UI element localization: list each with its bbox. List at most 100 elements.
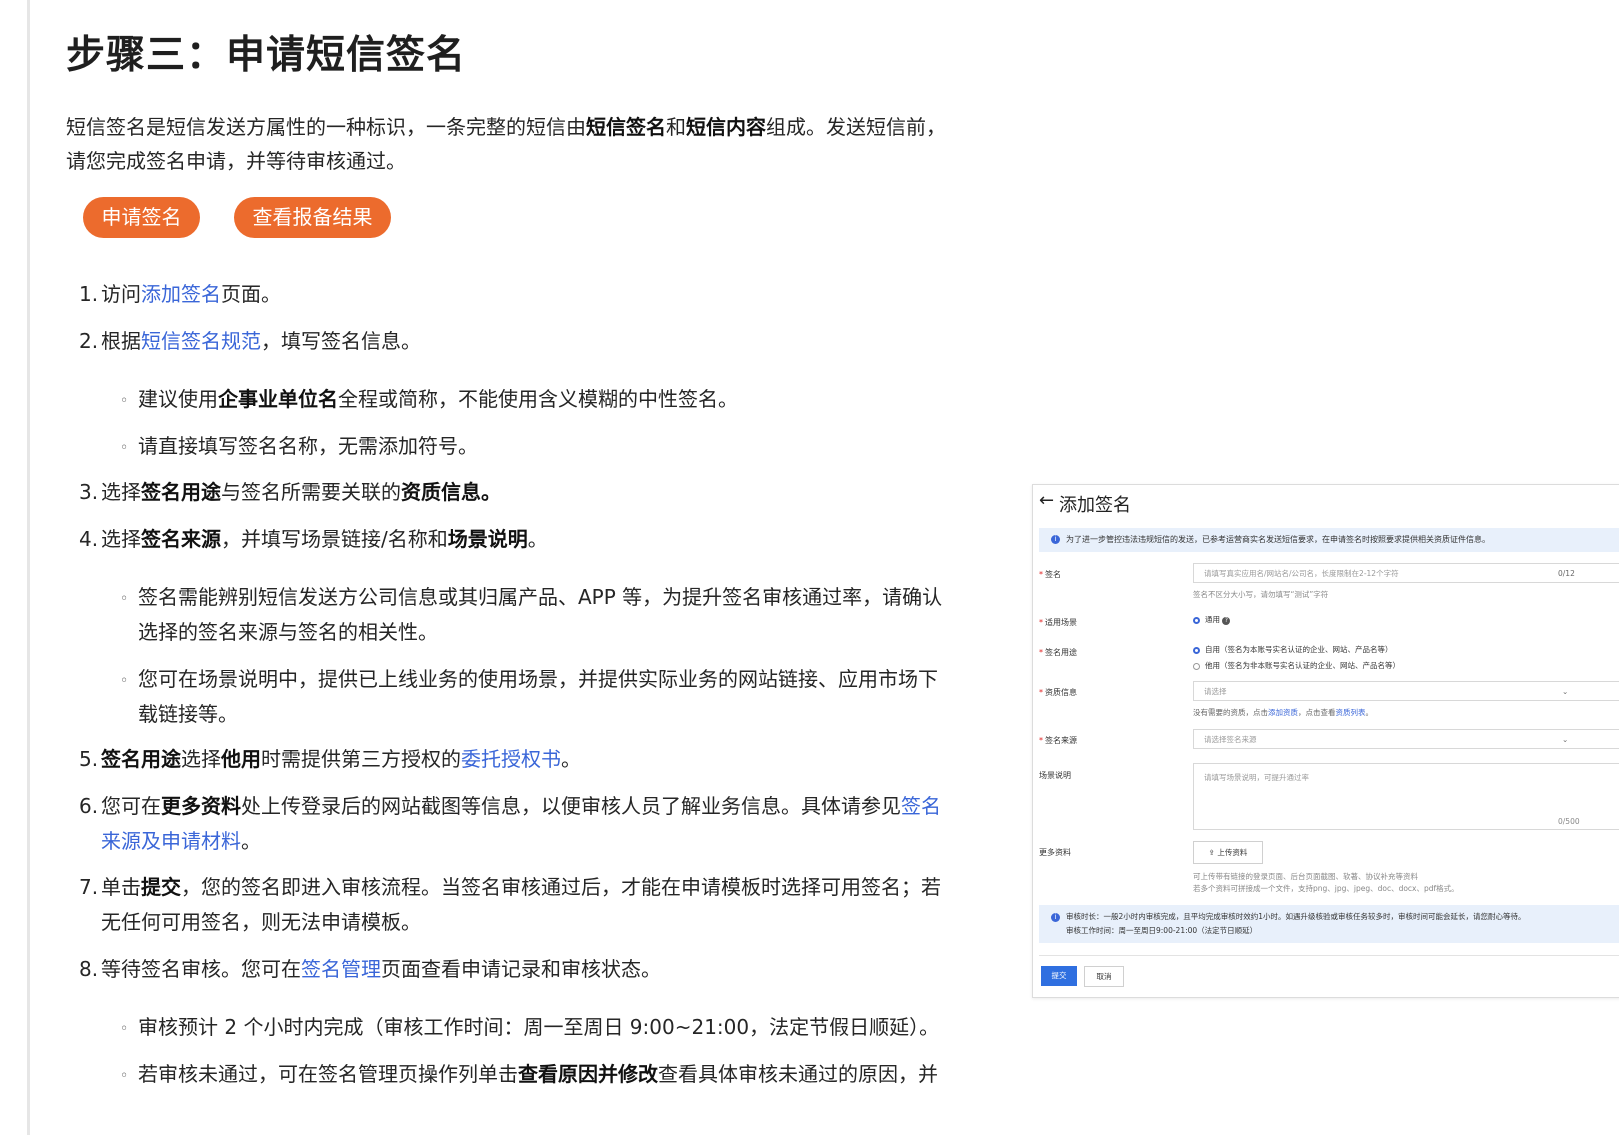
step-bold: 签名来源	[141, 527, 221, 551]
step-number: 6.	[79, 794, 99, 818]
step-bold: 他用	[221, 747, 261, 771]
step-number: 7.	[79, 875, 99, 899]
hint-text: 没有需要的资质，点击	[1193, 708, 1268, 717]
chevron-down-icon: ⌄	[1562, 687, 1569, 696]
radio-label: 自用（签名为本账号实名认证的企业、网站、产品名等）	[1205, 645, 1393, 654]
step-text: 。	[527, 527, 548, 551]
step-text: 选择	[181, 747, 221, 771]
radio-label: 通用	[1205, 615, 1220, 624]
step-text: 您可在	[101, 794, 161, 818]
more-info-label: 更多资料	[1039, 848, 1071, 857]
step-2-bullet-1: 建议使用企事业单位名全程或简称，不能使用含义模糊的中性签名。	[138, 382, 738, 417]
intro-text: 短信签名是短信发送方属性的一种标识，一条完整的短信由	[66, 115, 586, 139]
placeholder: 请选择签名来源	[1204, 735, 1257, 744]
scene-radio-general[interactable]: 通用 ?	[1193, 614, 1231, 625]
signature-source-link[interactable]: 来源及申请材料	[101, 829, 241, 853]
required-asterisk: *	[1039, 618, 1043, 627]
help-icon: ?	[1222, 617, 1231, 625]
bullet-icon: ◦	[120, 591, 129, 607]
step-text: 若审核未通过，可在签名管理页操作列单击	[138, 1062, 518, 1086]
step-text: 选择	[101, 527, 141, 551]
step-number: 5.	[79, 747, 99, 771]
more-info-hint-2: 若多个资料可拼接成一个文件，支持png、jpg、jpeg、doc、docx、pd…	[1193, 884, 1459, 893]
placeholder: 请填写真实应用名/网站名/公司名，长度限制在2-12个字符	[1204, 569, 1399, 578]
usage-radio-other[interactable]: 他用（签名为非本账号实名认证的企业、网站、产品名等）	[1193, 660, 1400, 671]
left-border	[27, 0, 30, 1135]
step-text: 单击	[101, 875, 141, 899]
step-text: ，您的签名即进入审核流程。当签名审核通过后，才能在申请模板时选择可用签名；若	[181, 875, 941, 899]
step-text: 全程或简称，不能使用含义模糊的中性签名。	[338, 387, 738, 411]
step-number: 3.	[79, 480, 99, 504]
step-3: 3. 选择签名用途与签名所需要关联的资质信息。	[79, 475, 501, 510]
button-label: 上传资料	[1217, 848, 1248, 857]
step-text: 页面。	[221, 282, 281, 306]
view-report-result-button[interactable]: 查看报备结果	[234, 197, 391, 238]
scene-description-textarea[interactable]: 请填写场景说明，可提升通过率 0/500	[1193, 763, 1619, 830]
signature-management-link[interactable]: 签名管理	[301, 957, 381, 981]
step-number: 1.	[79, 282, 99, 306]
signature-source-link[interactable]: 签名	[901, 794, 941, 818]
step-bold: 企事业单位名	[218, 387, 338, 411]
qualification-list-link[interactable]: 资质列表	[1336, 708, 1366, 717]
required-asterisk: *	[1039, 648, 1043, 657]
add-signature-link[interactable]: 添加签名	[141, 282, 221, 306]
upload-icon: ⇪	[1208, 848, 1215, 857]
step-number: 8.	[79, 957, 99, 981]
qualification-select[interactable]: 请选择 ⌄	[1193, 681, 1619, 701]
step-8-bullet-1: 审核预计 2 个小时内完成（审核工作时间：周一至周日 9:00~21:00，法定…	[138, 1015, 940, 1039]
step-4-bullet-1-line-2: 选择的签名来源与签名的相关性。	[138, 620, 438, 644]
cancel-button[interactable]: 取消	[1084, 966, 1124, 987]
sign-input[interactable]: 请填写真实应用名/网站名/公司名，长度限制在2-12个字符 0/12	[1193, 563, 1619, 583]
usage-radio-self[interactable]: 自用（签名为本账号实名认证的企业、网站、产品名等）	[1193, 644, 1393, 655]
bullet-icon: ◦	[120, 440, 129, 456]
label-text: 签名来源	[1045, 736, 1077, 745]
radio-unselected-icon	[1193, 662, 1200, 670]
arrow-left-icon: ←	[1039, 490, 1055, 511]
bullet-icon: ◦	[120, 1021, 129, 1037]
step-text: 。	[561, 747, 581, 771]
step-4-bullet-2-line-2: 载链接等。	[138, 702, 238, 726]
step-text: ，并填写场景链接/名称和	[221, 527, 448, 551]
submit-button[interactable]: 提交	[1041, 966, 1077, 986]
form-title: 添加签名	[1059, 495, 1131, 516]
label-text: 签名	[1045, 570, 1061, 579]
required-asterisk: *	[1039, 736, 1043, 745]
source-select[interactable]: 请选择签名来源 ⌄	[1193, 729, 1619, 749]
info-icon: i	[1051, 535, 1060, 544]
step-text: 处上传登录后的网站截图等信息，以便审核人员了解业务信息。具体请参见	[241, 794, 901, 818]
add-qualification-link[interactable]: 添加资质	[1268, 708, 1298, 717]
step-5: 5. 签名用途选择他用时需提供第三方授权的委托授权书。	[79, 742, 581, 777]
step-number: 4.	[79, 527, 99, 551]
step-2-bullet-2: 请直接填写签名名称，无需添加符号。	[138, 429, 478, 464]
hint-text: 。	[1365, 708, 1374, 717]
placeholder: 请选择	[1204, 687, 1227, 696]
step-bold: 提交	[141, 875, 181, 899]
placeholder: 请填写场景说明，可提升通过率	[1204, 773, 1309, 782]
upload-button[interactable]: ⇪ 上传资料	[1193, 841, 1263, 864]
intro-text: 和	[666, 115, 686, 139]
authorization-letter-link[interactable]: 委托授权书	[461, 747, 561, 771]
divider	[1039, 955, 1619, 956]
step-text: 请直接填写签名名称，无需添加符号。	[138, 434, 478, 458]
bullet-icon: ◦	[120, 1068, 129, 1084]
step-text: 访问	[101, 282, 141, 306]
step-text: 。	[241, 829, 261, 853]
notice-banner: i 为了进一步管控违法违规短信的发送，已参考运营商实名发送短信要求，在申请签名时按…	[1039, 528, 1619, 552]
signature-spec-link[interactable]: 短信签名规范	[141, 329, 261, 353]
step-8-bullet-2: 若审核未通过，可在签名管理页操作列单击查看原因并修改查看具体审核未通过的原因，并	[138, 1057, 938, 1092]
usage-label: * 签名用途	[1039, 647, 1077, 658]
step-text: 选择	[101, 480, 141, 504]
step-4: 4. 选择签名来源，并填写场景链接/名称和场景说明。	[79, 522, 548, 557]
label-text: 资质信息	[1045, 688, 1077, 697]
label-text: 适用场景	[1045, 618, 1077, 627]
audit-time-banner: i 审核时长：一般2小时内审核完成，且平均完成审核时效约1小时。如遇升级核验或审…	[1039, 905, 1619, 943]
step-text: 。	[481, 480, 501, 504]
sign-hint: 签名不区分大小写，请勿填写“测试”字符	[1193, 590, 1329, 599]
apply-signature-button[interactable]: 申请签名	[83, 197, 200, 238]
step-7: 7. 单击提交，您的签名即进入审核流程。当签名审核通过后，才能在申请模板时选择可用…	[79, 870, 941, 905]
step-text: 等待签名审核。您可在	[101, 957, 301, 981]
bullet-icon: ◦	[120, 393, 129, 409]
step-2: 2. 根据短信签名规范，填写签名信息。	[79, 324, 421, 359]
step-7-line-2: 无任何可用签名，则无法申请模板。	[101, 910, 421, 934]
step-text: 根据	[101, 329, 141, 353]
